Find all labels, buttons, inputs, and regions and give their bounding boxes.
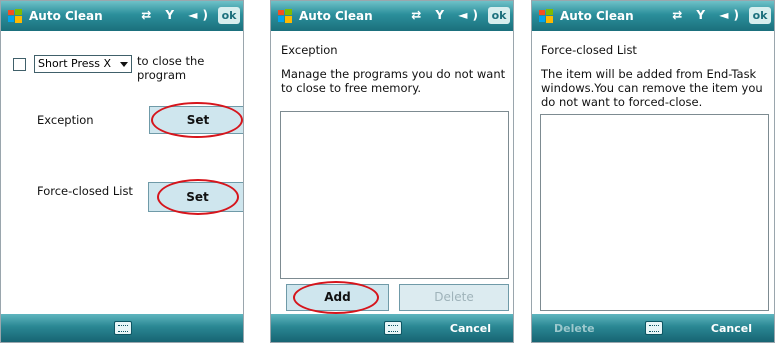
windows-logo-icon[interactable] [7,8,23,24]
title-bar: Auto Clean ⇄ Y ◄) ok [532,1,774,31]
desc-line1: The item will be added from End-Task [541,67,757,81]
delete-button[interactable]: Delete [399,284,509,311]
exception-description: Manage the programs you do not want to c… [281,67,505,95]
close-text-line1: to close the [137,54,205,68]
exception-list[interactable] [280,111,509,279]
dropdown-value: Short Press X [38,57,111,70]
force-closed-screen: Auto Clean ⇄ Y ◄) ok Force-closed List T… [531,0,775,343]
delete-softkey[interactable]: Delete [554,322,595,335]
windows-logo-icon[interactable] [538,8,554,24]
force-closed-label: Force-closed List [37,184,133,198]
desc-line1: Manage the programs you do not want [281,67,506,81]
auto-clean-screen: Auto Clean ⇄ Y ◄) ok Short Press X to cl… [0,0,244,343]
title-bar: Auto Clean ⇄ Y ◄) ok [271,1,513,31]
ok-button[interactable]: ok [488,7,510,24]
keyboard-icon[interactable] [384,321,402,335]
bottom-bar [1,314,243,342]
force-closed-highlight [157,179,239,215]
desc-line2: to close to free memory. [281,81,422,95]
exception-highlight [151,102,243,138]
ok-button[interactable]: ok [749,7,771,24]
desc-line2: windows.You can remove the item you [541,81,763,95]
window-title: Auto Clean [299,9,373,23]
keyboard-icon[interactable] [114,321,132,335]
windows-logo-icon[interactable] [277,8,293,24]
force-closed-list[interactable] [540,114,769,311]
status-icons[interactable]: ⇄ Y ◄) [411,8,483,22]
force-closed-description: The item will be added from End-Task win… [541,67,763,109]
status-icons[interactable]: ⇄ Y ◄) [672,8,744,22]
force-closed-heading: Force-closed List [541,43,637,57]
bottom-bar: Delete Cancel [532,314,774,342]
cancel-softkey[interactable]: Cancel [711,322,752,335]
press-mode-dropdown[interactable]: Short Press X [34,55,132,73]
exception-label: Exception [37,113,94,127]
auto-clean-checkbox[interactable] [13,58,26,71]
exception-screen: Auto Clean ⇄ Y ◄) ok Exception Manage th… [270,0,514,343]
window-title: Auto Clean [29,9,103,23]
bottom-bar: Cancel [271,314,513,342]
close-text-line2: program [137,68,187,82]
window-title: Auto Clean [560,9,634,23]
chevron-down-icon [120,62,128,67]
close-program-text: to close the program [137,54,204,82]
title-bar: Auto Clean ⇄ Y ◄) ok [1,1,243,31]
cancel-softkey[interactable]: Cancel [450,322,491,335]
add-highlight [293,281,379,314]
status-icons[interactable]: ⇄ Y ◄) [141,8,213,22]
keyboard-icon[interactable] [645,321,663,335]
desc-line3: do not want to forced-close. [541,95,703,109]
ok-button[interactable]: ok [218,7,240,24]
exception-heading: Exception [281,43,338,57]
